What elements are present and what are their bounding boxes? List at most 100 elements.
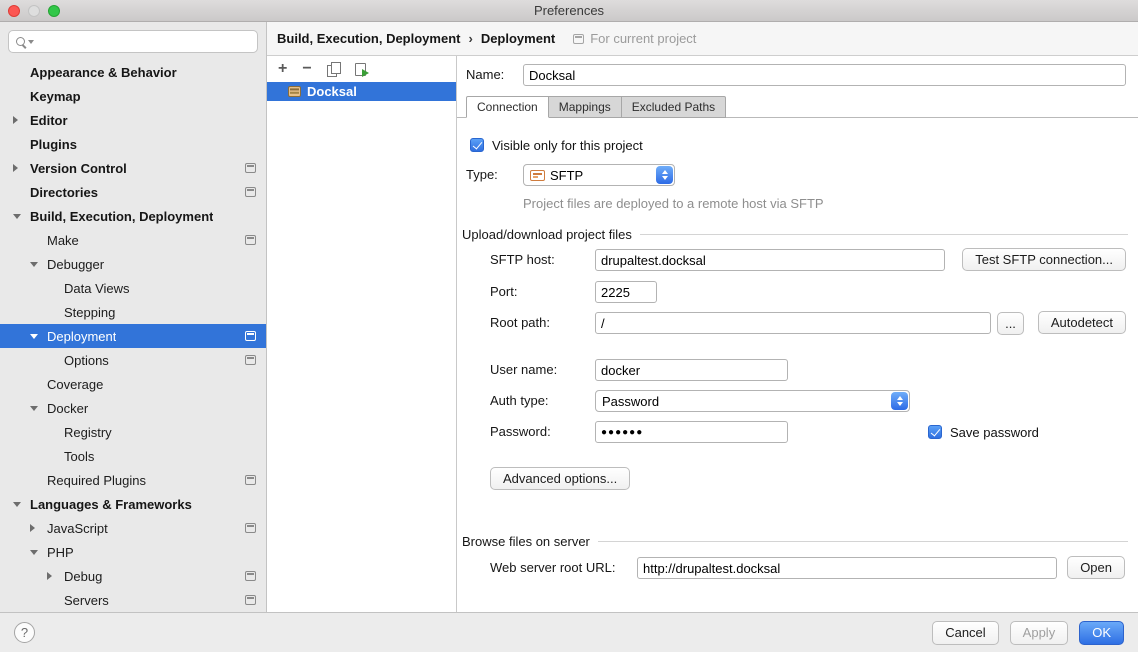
name-label: Name:: [466, 64, 504, 86]
settings-sidebar: Appearance & Behavior Keymap Editor Plug…: [0, 22, 267, 612]
project-settings-icon: [245, 523, 256, 533]
add-server-button[interactable]: +: [278, 62, 287, 76]
sidebar-item-required-plugins[interactable]: Required Plugins: [0, 468, 266, 492]
tab-excluded-paths[interactable]: Excluded Paths: [622, 96, 726, 118]
help-button[interactable]: ?: [14, 622, 35, 643]
ok-button[interactable]: OK: [1079, 621, 1124, 645]
deployment-form: Name: Connection Mappings Excluded Paths…: [457, 56, 1138, 612]
breadcrumb-current: Deployment: [481, 31, 555, 46]
password-label: Password:: [490, 421, 551, 443]
chevron-down-icon[interactable]: [30, 262, 47, 267]
browse-group-label: Browse files on server: [462, 534, 590, 549]
close-window-button[interactable]: [8, 5, 20, 17]
sidebar-item-javascript[interactable]: JavaScript: [0, 516, 266, 540]
sidebar-item-label: Options: [64, 353, 109, 368]
preferences-window: Preferences Appearance & Behavior Keymap: [0, 0, 1138, 652]
upload-group-header: Upload/download project files: [462, 226, 1128, 242]
search-options-chevron-icon[interactable]: [28, 40, 34, 44]
chevron-down-icon[interactable]: [13, 214, 30, 219]
chevron-down-icon[interactable]: [30, 550, 47, 555]
web-root-input[interactable]: [637, 557, 1057, 579]
remove-server-button[interactable]: −: [302, 62, 311, 76]
server-icon: [288, 86, 301, 97]
copy-server-button[interactable]: [327, 62, 340, 76]
sidebar-item-editor[interactable]: Editor: [0, 108, 266, 132]
titlebar[interactable]: Preferences: [0, 0, 1138, 22]
sidebar-item-options[interactable]: Options: [0, 348, 266, 372]
apply-button[interactable]: Apply: [1010, 621, 1069, 645]
project-settings-icon: [245, 331, 256, 341]
breadcrumb-parent[interactable]: Build, Execution, Deployment: [277, 31, 460, 46]
chevron-right-icon[interactable]: [13, 116, 30, 124]
sidebar-item-servers[interactable]: Servers: [0, 588, 266, 612]
chevron-right-icon[interactable]: [13, 164, 30, 172]
project-settings-icon: [573, 34, 584, 44]
sftp-host-input[interactable]: [595, 249, 945, 271]
user-name-input[interactable]: [595, 359, 788, 381]
visible-only-checkbox[interactable]: [470, 138, 484, 152]
project-settings-icon: [245, 163, 256, 173]
sidebar-item-coverage[interactable]: Coverage: [0, 372, 266, 396]
password-input[interactable]: [595, 421, 788, 443]
sidebar-item-label: Data Views: [64, 281, 130, 296]
server-list-item[interactable]: Docksal: [267, 82, 456, 101]
type-help-text: Project files are deployed to a remote h…: [523, 196, 824, 211]
copy-icon: [327, 62, 340, 76]
cancel-button[interactable]: Cancel: [932, 621, 998, 645]
chevron-down-icon[interactable]: [30, 406, 47, 411]
type-label: Type:: [466, 164, 498, 186]
project-settings-icon: [245, 595, 256, 605]
sidebar-item-deployment[interactable]: Deployment: [0, 324, 266, 348]
sidebar-item-appearance-behavior[interactable]: Appearance & Behavior: [0, 60, 266, 84]
sidebar-item-debugger[interactable]: Debugger: [0, 252, 266, 276]
sidebar-item-docker[interactable]: Docker: [0, 396, 266, 420]
group-divider: [598, 541, 1128, 542]
user-name-label: User name:: [490, 359, 557, 381]
chevron-right-icon[interactable]: [30, 524, 47, 532]
server-name: Docksal: [307, 84, 357, 99]
sidebar-item-languages-frameworks[interactable]: Languages & Frameworks: [0, 492, 266, 516]
browse-root-path-button[interactable]: ...: [997, 312, 1024, 335]
sidebar-item-php[interactable]: PHP: [0, 540, 266, 564]
root-path-label: Root path:: [490, 312, 550, 334]
tab-mappings[interactable]: Mappings: [549, 96, 622, 118]
sidebar-item-build-execution-deployment[interactable]: Build, Execution, Deployment: [0, 204, 266, 228]
sidebar-item-keymap[interactable]: Keymap: [0, 84, 266, 108]
root-path-input[interactable]: [595, 312, 991, 334]
visible-only-label: Visible only for this project: [492, 138, 643, 153]
sidebar-item-debug[interactable]: Debug: [0, 564, 266, 588]
sidebar-item-stepping[interactable]: Stepping: [0, 300, 266, 324]
tab-bar: Connection Mappings Excluded Paths: [466, 96, 726, 118]
paste-server-button[interactable]: [355, 63, 366, 76]
sidebar-item-registry[interactable]: Registry: [0, 420, 266, 444]
sidebar-item-data-views[interactable]: Data Views: [0, 276, 266, 300]
settings-search-input[interactable]: [39, 35, 251, 49]
advanced-options-button[interactable]: Advanced options...: [490, 467, 630, 490]
test-sftp-connection-button[interactable]: Test SFTP connection...: [962, 248, 1126, 271]
port-input[interactable]: [595, 281, 657, 303]
browse-group-header: Browse files on server: [462, 533, 1128, 549]
chevron-down-icon[interactable]: [13, 502, 30, 507]
chevron-down-icon[interactable]: [30, 334, 47, 339]
group-divider: [640, 234, 1128, 235]
sidebar-item-label: Servers: [64, 593, 109, 608]
minimize-window-button[interactable]: [28, 5, 40, 17]
auth-type-dropdown[interactable]: Password: [595, 390, 910, 412]
save-password-checkbox[interactable]: [928, 425, 942, 439]
sidebar-item-directories[interactable]: Directories: [0, 180, 266, 204]
settings-search[interactable]: [8, 30, 258, 53]
auth-type-label: Auth type:: [490, 390, 549, 412]
tab-connection[interactable]: Connection: [466, 96, 549, 118]
chevron-right-icon[interactable]: [47, 572, 64, 580]
sidebar-item-label: Deployment: [47, 329, 116, 344]
sidebar-item-make[interactable]: Make: [0, 228, 266, 252]
autodetect-button[interactable]: Autodetect: [1038, 311, 1126, 334]
open-button[interactable]: Open: [1067, 556, 1125, 579]
sidebar-item-version-control[interactable]: Version Control: [0, 156, 266, 180]
type-dropdown[interactable]: SFTP: [523, 164, 675, 186]
sidebar-item-tools[interactable]: Tools: [0, 444, 266, 468]
sidebar-item-plugins[interactable]: Plugins: [0, 132, 266, 156]
zoom-window-button[interactable]: [48, 5, 60, 17]
name-input[interactable]: [523, 64, 1126, 86]
save-password-row: Save password: [928, 424, 1039, 440]
